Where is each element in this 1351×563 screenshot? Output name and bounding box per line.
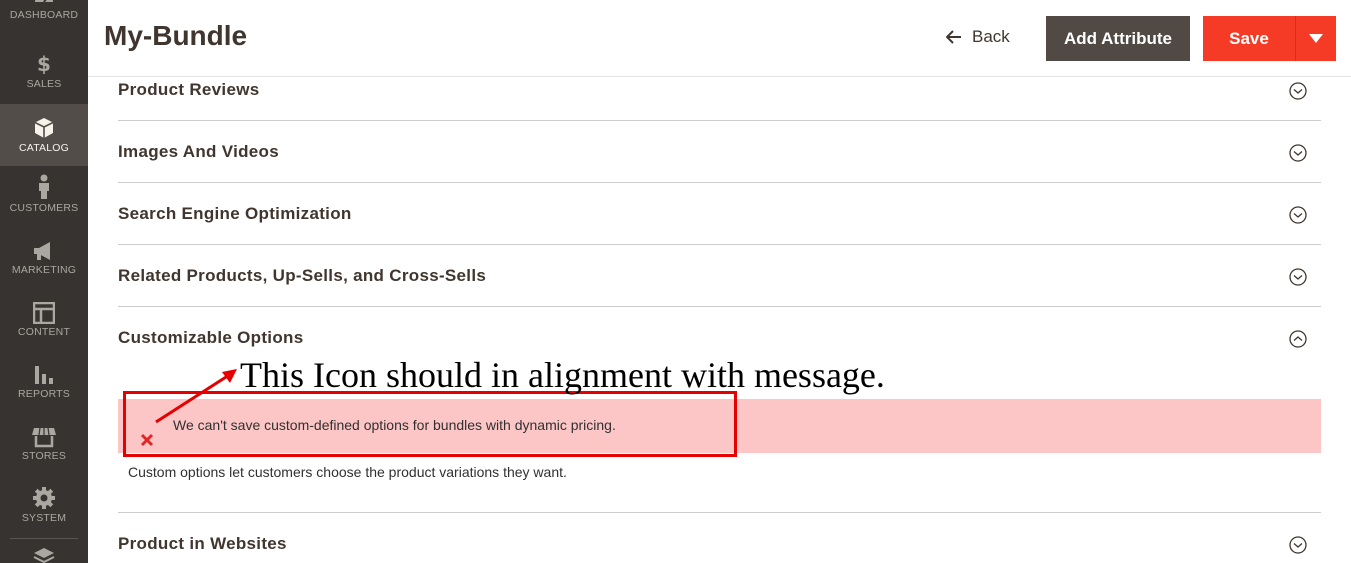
save-button[interactable]: Save [1203,16,1295,61]
section-title: Related Products, Up-Sells, and Cross-Se… [118,266,487,285]
nav-dashboard[interactable]: DASHBOARD [0,0,88,48]
nav-reports[interactable]: REPORTS [0,352,88,414]
store-icon [32,427,56,448]
section-title: Product in Websites [118,534,287,553]
back-button[interactable]: Back [946,27,1010,47]
gear-icon [33,487,55,509]
nav-customers[interactable]: CUSTOMERS [0,166,88,228]
nav-label: MARKETING [11,264,77,276]
back-label: Back [972,27,1010,46]
megaphone-icon [34,242,50,260]
nav-stores[interactable]: STORES [0,414,88,476]
section-images-videos[interactable]: Images And Videos [118,121,1321,183]
dashboard-icon [35,0,53,3]
nav-label: CATALOG [18,142,70,154]
annotation-highlight-box [123,391,737,457]
nav-divider [10,538,78,539]
nav-catalog[interactable]: CATALOG [0,104,88,166]
bar-chart-icon [35,366,53,384]
arrow-left-icon [946,30,961,44]
extensions-icon[interactable] [32,546,56,563]
chevron-up-icon[interactable] [1289,330,1307,348]
page-title: My-Bundle [104,20,248,51]
layout-icon [33,302,55,324]
section-product-reviews[interactable]: Product Reviews [118,59,1321,121]
box-icon [34,118,54,138]
chevron-down-icon [1289,268,1307,286]
nav-system[interactable]: SYSTEM [0,476,88,538]
save-options-toggle[interactable] [1295,16,1336,61]
admin-sidebar: DASHBOARD $ SALES CATALOG CUSTOMERS MARK… [0,0,88,563]
nav-marketing[interactable]: MARKETING [0,228,88,290]
nav-label: DASHBOARD [9,9,79,21]
chevron-down-icon [1289,82,1307,100]
person-icon [39,174,49,199]
section-title: Product Reviews [118,80,260,99]
svg-text:$: $ [37,52,51,74]
nav-label: STORES [21,450,67,462]
section-related-products[interactable]: Related Products, Up-Sells, and Cross-Se… [118,245,1321,307]
nav-label: CUSTOMERS [9,202,79,214]
section-title: Images And Videos [118,142,279,161]
section-seo[interactable]: Search Engine Optimization [118,183,1321,245]
chevron-down-icon [1289,144,1307,162]
dollar-icon: $ [37,52,51,74]
customizable-options-description: Custom options let customers choose the … [128,464,567,480]
chevron-down-icon [1289,206,1307,224]
add-attribute-button[interactable]: Add Attribute [1046,16,1190,61]
section-title[interactable]: Customizable Options [118,328,303,348]
caret-down-icon [1309,34,1323,43]
nav-content[interactable]: CONTENT [0,290,88,352]
nav-label: CONTENT [17,326,71,338]
section-title: Search Engine Optimization [118,204,352,223]
nav-label: REPORTS [18,388,70,400]
nav-label: SYSTEM [21,512,67,524]
section-product-in-websites[interactable]: Product in Websites [118,513,1321,563]
nav-label: SALES [26,78,62,90]
annotation-text: This Icon should in alignment with messa… [240,355,885,395]
chevron-down-icon [1289,536,1307,554]
